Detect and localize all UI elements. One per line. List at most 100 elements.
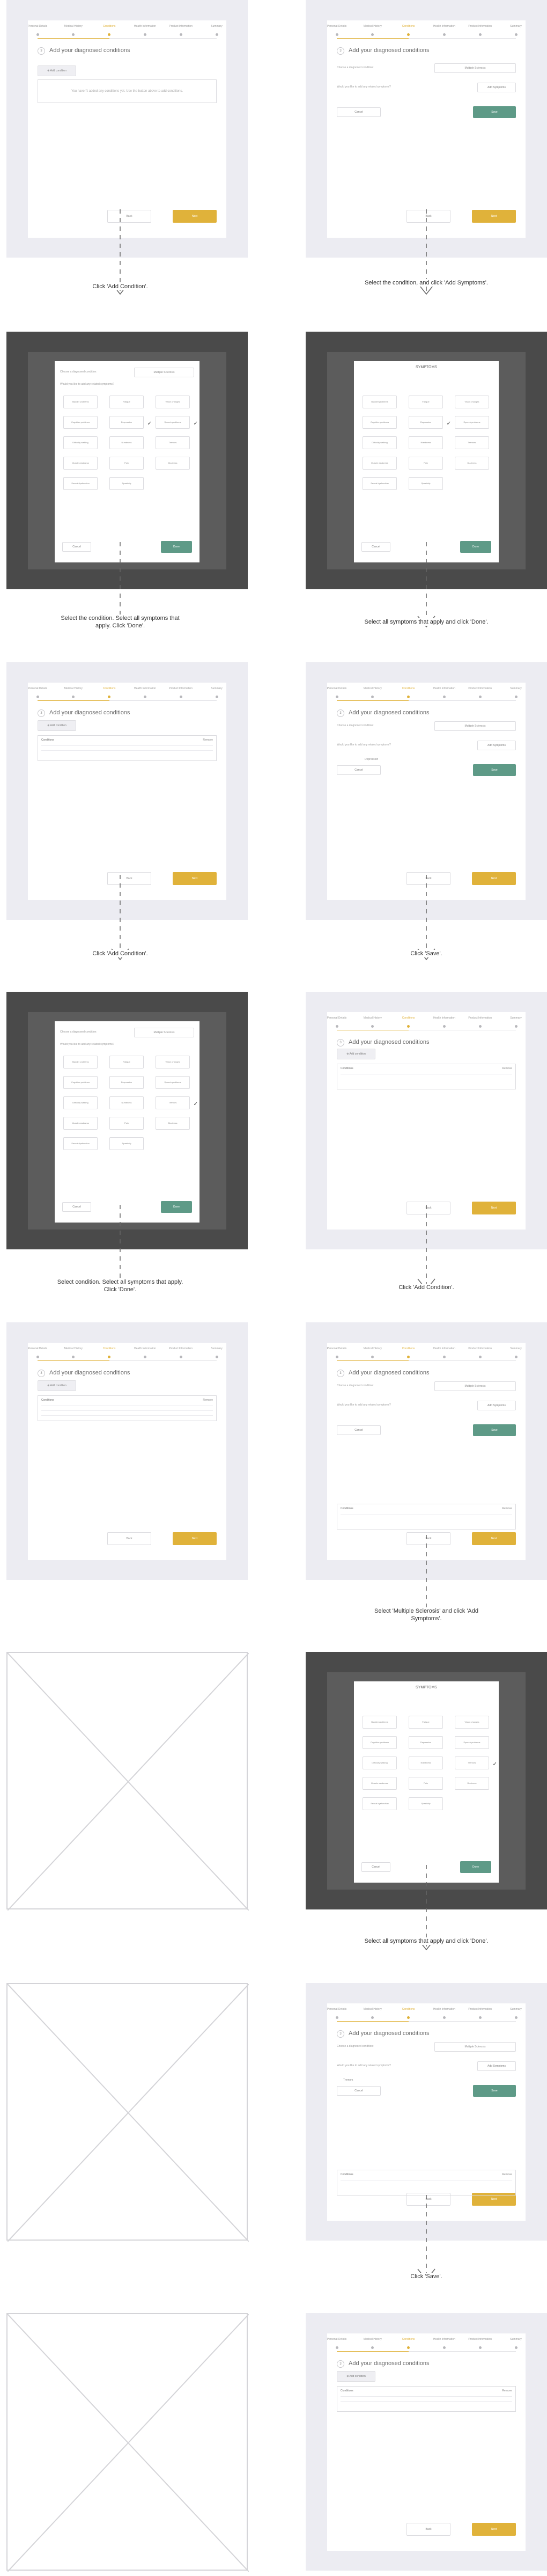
condition-row[interactable] (41, 1415, 213, 1416)
add-condition-button[interactable]: ⊕ Add condition (337, 1049, 375, 1059)
step-2[interactable]: Medical History (357, 1016, 389, 1028)
symptom-chip[interactable]: Numbness (409, 1757, 443, 1769)
add-condition-button[interactable]: ⊕ Add condition (38, 720, 76, 731)
symptom-chip[interactable]: Bladder problems (63, 1056, 98, 1069)
symptom-chip[interactable]: Difficulty walking (363, 436, 397, 449)
step-3[interactable]: Conditions (393, 687, 425, 698)
save-button[interactable]: Save (473, 1424, 516, 1436)
step-5[interactable]: Product Information (464, 2338, 496, 2349)
symptom-chip[interactable]: Numbness (409, 436, 443, 449)
save-button[interactable]: Save (473, 106, 516, 118)
symptom-chip[interactable]: Vision changes (455, 396, 489, 408)
next-button[interactable]: Next (472, 2523, 516, 2536)
step-3[interactable]: Conditions (393, 1016, 425, 1028)
step-4[interactable]: Health Information (428, 2338, 460, 2349)
step-4[interactable]: Health Information (428, 687, 460, 698)
symptom-chip[interactable]: Vision changes (156, 1056, 190, 1069)
next-button[interactable]: Next (472, 872, 516, 885)
step-1[interactable]: Personal Details (321, 687, 353, 698)
symptom-chip[interactable]: Spasticity (109, 1137, 144, 1150)
done-button[interactable]: Done (161, 1201, 192, 1213)
step-2[interactable]: Medical History (357, 1347, 389, 1358)
modal-cancel-button[interactable]: Cancel (62, 542, 91, 552)
symptom-chip[interactable]: Depression ✓ (409, 416, 451, 429)
step-6[interactable]: Summary (201, 25, 233, 36)
step-5[interactable]: Product Information (464, 2008, 496, 2019)
symptom-chip[interactable]: Tremors ✓ (455, 1757, 497, 1769)
step-6[interactable]: Summary (201, 1347, 233, 1358)
add-condition-button[interactable]: ⊕ Add condition (38, 65, 76, 76)
symptom-chip[interactable]: Fatigue (109, 396, 144, 408)
symptom-chip[interactable]: Difficulty walking (363, 1757, 397, 1769)
cancel-button[interactable]: Cancel (337, 107, 381, 117)
step-5[interactable]: Product Information (464, 687, 496, 698)
step-6[interactable]: Summary (500, 1016, 532, 1028)
step-1[interactable]: Personal Details (321, 2008, 353, 2019)
symptom-chip[interactable]: Bladder problems (63, 396, 98, 408)
save-button[interactable]: Save (473, 2085, 516, 2097)
symptom-chip[interactable]: Bladder problems (363, 1716, 397, 1729)
condition-row[interactable] (41, 1410, 213, 1411)
symptom-chip[interactable]: Depression ✓ (109, 416, 152, 429)
step-2[interactable]: Medical History (57, 25, 90, 36)
cancel-button[interactable]: Cancel (337, 1425, 381, 1435)
symptom-chip[interactable]: Tremors (455, 436, 489, 449)
step-3[interactable]: Conditions (93, 25, 125, 36)
condition-dropdown[interactable]: Multiple Sclerosis (134, 368, 194, 377)
step-3[interactable]: Conditions (393, 2008, 425, 2019)
symptom-chip[interactable]: Dizziness (156, 457, 190, 470)
next-button[interactable]: Next (472, 1532, 516, 1545)
step-6[interactable]: Summary (500, 2008, 532, 2019)
condition-row[interactable] (41, 745, 213, 746)
step-3[interactable]: Conditions (93, 687, 125, 698)
step-3[interactable]: Conditions (393, 1347, 425, 1358)
symptom-chip[interactable]: Spasticity (409, 1797, 443, 1810)
step-1[interactable]: Personal Details (21, 1347, 54, 1358)
step-1[interactable]: Personal Details (21, 687, 54, 698)
symptom-chip[interactable]: Depression (109, 1076, 144, 1089)
next-button[interactable]: Next (472, 210, 516, 223)
cancel-button[interactable]: Cancel (337, 765, 381, 775)
condition-row[interactable] (341, 2396, 512, 2397)
step-4[interactable]: Health Information (428, 2008, 460, 2019)
step-6[interactable]: Summary (500, 687, 532, 698)
symptom-chip[interactable]: Cognitive problems (63, 1076, 98, 1089)
add-symptoms-button[interactable]: Add Symptoms (477, 1401, 516, 1410)
condition-row[interactable] (341, 2401, 512, 2402)
step-4[interactable]: Health Information (428, 1016, 460, 1028)
condition-dropdown[interactable]: Multiple Sclerosis (134, 1028, 194, 1037)
done-button[interactable]: Done (460, 541, 491, 553)
cancel-button[interactable]: Cancel (337, 2086, 381, 2096)
symptom-chip[interactable]: Tremors ✓ (156, 1096, 198, 1109)
condition-dropdown[interactable]: Multiple Sclerosis (434, 2042, 516, 2052)
symptom-chip[interactable]: Vision changes (455, 1716, 489, 1729)
save-button[interactable]: Save (473, 764, 516, 776)
next-button[interactable]: Next (173, 1532, 217, 1545)
step-1[interactable]: Personal Details (21, 25, 54, 36)
step-2[interactable]: Medical History (357, 25, 389, 36)
condition-dropdown[interactable]: Multiple Sclerosis (434, 63, 516, 73)
step-4[interactable]: Health Information (428, 1347, 460, 1358)
symptom-chip[interactable]: Fatigue (409, 396, 443, 408)
step-5[interactable]: Product Information (165, 25, 197, 36)
add-symptoms-button[interactable]: Add Symptoms (477, 2061, 516, 2071)
symptom-chip[interactable]: Dizziness (455, 1777, 489, 1790)
done-button[interactable]: Done (460, 1861, 491, 1873)
add-condition-button[interactable]: ⊕ Add condition (38, 1380, 76, 1391)
symptom-chip[interactable]: Muscle weakness (363, 457, 397, 470)
symptom-chip[interactable]: Sexual dysfunction (63, 477, 98, 490)
symptom-chip[interactable]: Dizziness (156, 1117, 190, 1130)
step-3[interactable]: Conditions (393, 2338, 425, 2349)
symptom-chip[interactable]: Pain (409, 457, 443, 470)
symptom-chip[interactable]: Tremors (156, 436, 190, 449)
step-6[interactable]: Summary (201, 687, 233, 698)
add-symptoms-button[interactable]: Add Symptoms (477, 83, 516, 92)
symptom-chip[interactable]: Fatigue (409, 1716, 443, 1729)
symptom-chip[interactable]: Pain (109, 457, 144, 470)
symptom-chip[interactable]: Difficulty walking (63, 1096, 98, 1109)
symptom-chip[interactable]: Numbness (109, 436, 144, 449)
symptom-chip[interactable]: Pain (109, 1117, 144, 1130)
symptom-chip[interactable]: Speech problems ✓ (156, 416, 198, 429)
step-5[interactable]: Product Information (464, 25, 496, 36)
symptom-chip[interactable]: Pain (409, 1777, 443, 1790)
